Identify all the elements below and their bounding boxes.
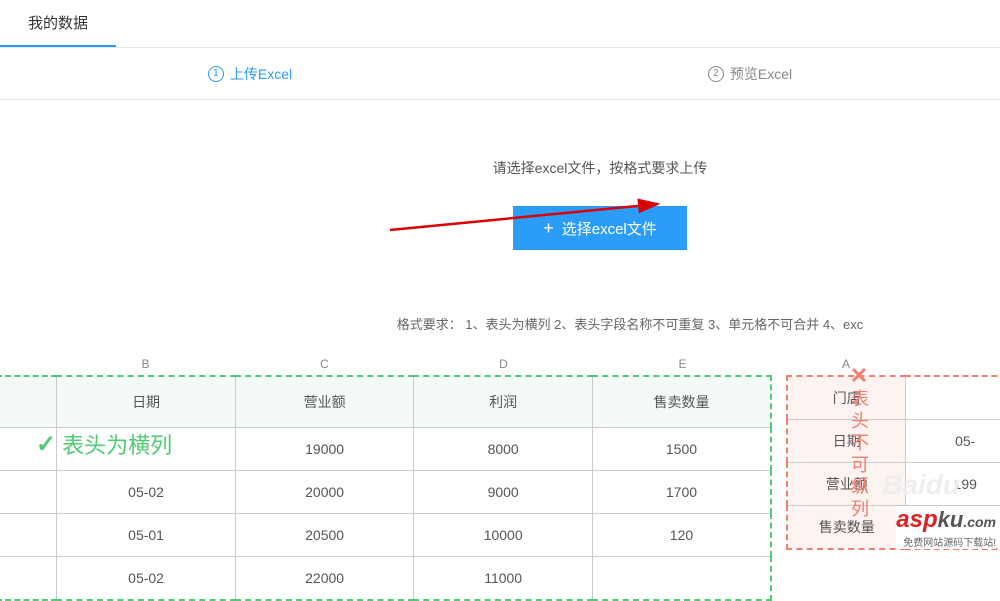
- table-header: 利润: [414, 376, 593, 428]
- col-letter: D: [414, 353, 593, 375]
- cell: 22000: [235, 557, 414, 601]
- example-tables: B C D E 日期 营业额 利润 售卖数量 19000 8000 1500: [0, 353, 1000, 601]
- cell: 19000: [235, 428, 414, 471]
- brand-thin: ku: [938, 507, 964, 532]
- cell: 120: [592, 514, 771, 557]
- step-tab-upload[interactable]: 1 上传Excel: [0, 48, 500, 99]
- format-requirements: 格式要求： 1、表头为横列 2、表头字段名称不可重复 3、单元格不可合并 4、e…: [0, 290, 1000, 347]
- upload-hint: 请选择excel文件，按格式要求上传: [200, 158, 1000, 178]
- good-example-label: 表头为横列: [36, 428, 172, 460]
- table-header-row: 日期 营业额 利润 售卖数量: [0, 376, 771, 428]
- bad-label-text: 表头不可纵列: [846, 389, 872, 521]
- select-file-button[interactable]: + 选择excel文件: [513, 206, 687, 250]
- cell: [592, 557, 771, 601]
- brand-dot: .com: [963, 514, 996, 530]
- brand-sub: 免费网站源码下载站!: [896, 534, 996, 549]
- table-header: 日期: [57, 376, 236, 428]
- cell: 1700: [592, 471, 771, 514]
- cell: 1500: [592, 428, 771, 471]
- good-col-letters: B C D E: [56, 353, 772, 375]
- cell: 05-01: [57, 514, 236, 557]
- cell: 8000: [414, 428, 593, 471]
- table-row: 05-01 20500 10000 120: [0, 514, 771, 557]
- upload-area: 请选择excel文件，按格式要求上传 + 选择excel文件: [0, 100, 1000, 290]
- step-tabs: 1 上传Excel 2 预览Excel: [0, 48, 1000, 100]
- step-2-icon: 2: [708, 66, 724, 82]
- step-1-icon: 1: [208, 66, 224, 82]
- top-tab-bar: 我的数据: [0, 0, 1000, 48]
- bad-example-label: 表头不可纵列: [781, 363, 937, 521]
- upload-button-label: 选择excel文件: [562, 218, 657, 239]
- plus-icon: +: [543, 219, 554, 237]
- cell: 10000: [414, 514, 593, 557]
- table-row: 05-02 20000 9000 1700: [0, 471, 771, 514]
- table-header: 售卖数量: [592, 376, 771, 428]
- cell: 05-02: [57, 557, 236, 601]
- cell: 05-02: [57, 471, 236, 514]
- cell: 9000: [414, 471, 593, 514]
- good-example-table: B C D E 日期 营业额 利润 售卖数量 19000 8000 1500: [0, 353, 772, 601]
- step-2-label: 预览Excel: [730, 64, 792, 84]
- cell: 20500: [235, 514, 414, 557]
- col-letter: E: [593, 353, 772, 375]
- cell: 11000: [414, 557, 593, 601]
- col-letter: C: [235, 353, 414, 375]
- step-1-label: 上传Excel: [230, 64, 292, 84]
- cell: 20000: [235, 471, 414, 514]
- good-label-text: 表头为横列: [62, 428, 172, 460]
- top-tab-mydata[interactable]: 我的数据: [0, 0, 116, 47]
- col-letter: B: [56, 353, 235, 375]
- table-row: 05-02 22000 11000: [0, 557, 771, 601]
- check-icon: [36, 430, 56, 459]
- cross-icon: [850, 363, 868, 389]
- step-tab-preview[interactable]: 2 预览Excel: [500, 48, 1000, 99]
- table-header: 营业额: [235, 376, 414, 428]
